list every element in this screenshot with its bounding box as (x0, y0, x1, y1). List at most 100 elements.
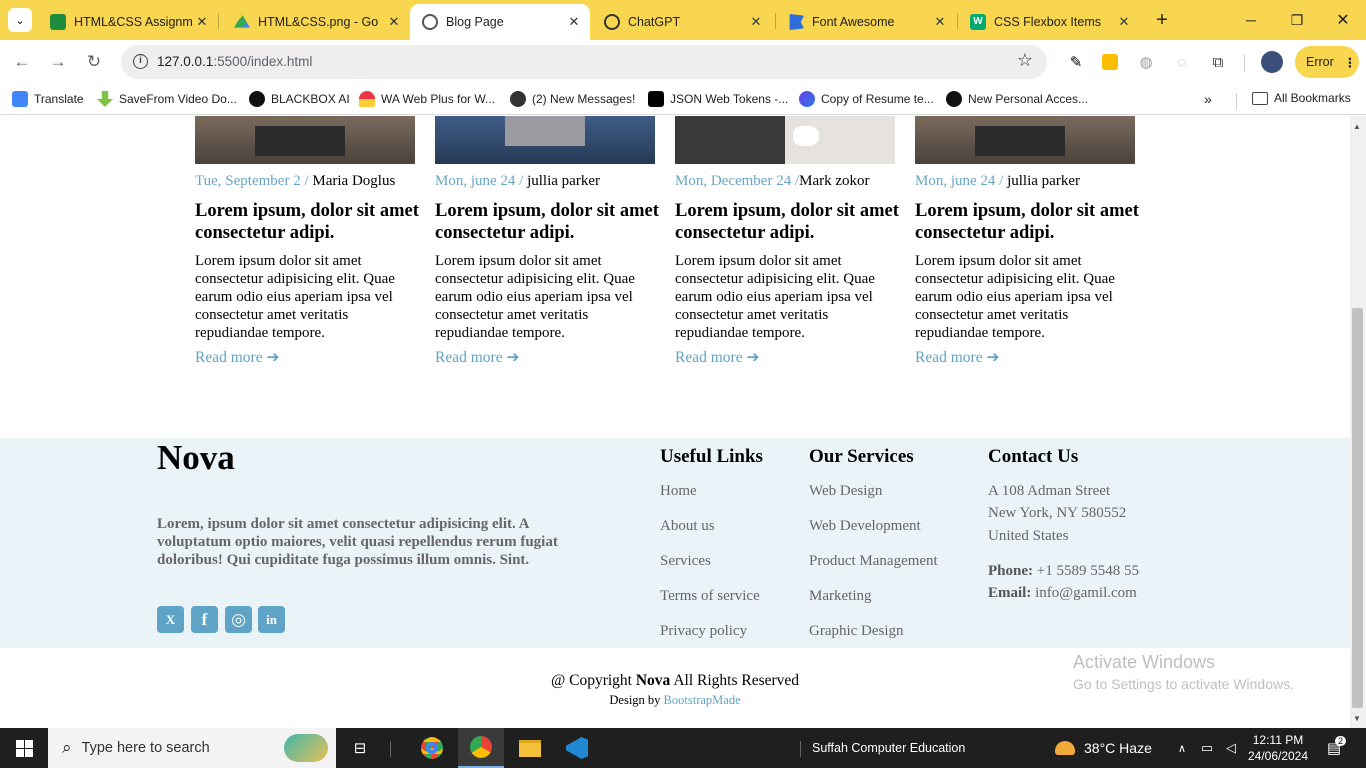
extension-bulb-icon[interactable] (1102, 54, 1118, 70)
chevron-up-icon[interactable]: ∧ (1174, 728, 1190, 768)
blog-card-title: Lorem ipsum, dolor sit amet consectetur … (675, 201, 899, 243)
minimize-icon[interactable]: ─ (1228, 0, 1274, 40)
tab-chatgpt[interactable]: ChatGPT ✕ (592, 4, 772, 40)
new-tab-plus-icon[interactable]: + (1150, 8, 1174, 32)
read-more-link[interactable]: Read more ➔ (675, 348, 905, 367)
all-bookmarks[interactable]: All Bookmarks (1252, 91, 1351, 105)
address-bar[interactable]: i 127.0.0.1:5500/index.html ☆ (121, 45, 1047, 79)
error-label: Error (1306, 55, 1334, 69)
blog-card-title: Lorem ipsum, dolor sit amet consectetur … (435, 201, 659, 243)
footer-service-web-development[interactable]: Web Development (809, 518, 921, 535)
tab-html-css-png[interactable]: HTML&CSS.png - Go ✕ (222, 4, 410, 40)
jwt-icon (648, 91, 664, 107)
our-services-heading: Our Services (809, 446, 914, 467)
font-awesome-flag-icon (789, 14, 804, 30)
blog-card-title: Lorem ipsum, dolor sit amet consectetur … (195, 201, 419, 243)
vscode-icon[interactable] (556, 728, 598, 768)
clock[interactable]: 12:11 PM 24/06/2024 (1246, 732, 1310, 764)
bookmark-resume[interactable]: Copy of Resume te... (799, 91, 934, 107)
bookmark-github-token[interactable]: New Personal Acces... (946, 91, 1088, 107)
tab-font-awesome[interactable]: Font Awesome ✕ (776, 4, 956, 40)
useful-links-heading: Useful Links (660, 446, 763, 467)
footer-link-services[interactable]: Services (660, 553, 711, 570)
footer-service-product-management[interactable]: Product Management (809, 553, 938, 570)
tab-css-flexbox-items[interactable]: W CSS Flexbox Items ✕ (958, 4, 1140, 40)
blog-card-date: Mon, june 24 (435, 173, 516, 189)
google-translate-icon (12, 91, 28, 107)
facebook-icon[interactable]: f (191, 606, 218, 633)
forward-arrow-icon[interactable]: → (44, 48, 72, 76)
file-explorer-icon[interactable] (510, 728, 550, 768)
blog-card-image (435, 116, 655, 164)
bookmark-new-messages[interactable]: (2) New Messages! (510, 91, 635, 107)
browser-toolbar: ← → ↻ i 127.0.0.1:5500/index.html ☆ ✎ ◍ … (0, 40, 1366, 85)
reload-icon[interactable]: ↻ (80, 48, 108, 76)
scroll-up-arrow-icon[interactable]: ▲ (1353, 122, 1361, 131)
network-icon[interactable]: ▭ (1198, 728, 1216, 768)
bookmark-wa-web-plus[interactable]: WA Web Plus for W... (359, 91, 495, 107)
extension-globe-icon[interactable]: ◍ (1136, 52, 1156, 72)
more-bookmarks-chevron-icon[interactable]: » (1204, 91, 1212, 107)
scrollbar-thumb[interactable] (1352, 308, 1363, 708)
close-window-icon[interactable]: ✕ (1320, 0, 1366, 40)
bookmark-blackbox-ai[interactable]: BLACKBOX AI (249, 91, 350, 107)
bookmark-json-web-tokens[interactable]: JSON Web Tokens -... (648, 91, 788, 107)
x-twitter-icon[interactable]: X (157, 606, 184, 633)
footer-link-home[interactable]: Home (660, 483, 697, 500)
bootstrapmade-link[interactable]: BootstrapMade (664, 693, 741, 707)
chrome-taskbar-icon[interactable] (412, 728, 452, 768)
footer-link-about[interactable]: About us (660, 518, 715, 535)
profile-avatar[interactable] (1261, 51, 1283, 73)
footer-link-privacy[interactable]: Privacy policy (660, 623, 747, 640)
task-view-icon[interactable]: ⊟ (348, 728, 372, 768)
footer-service-marketing[interactable]: Marketing (809, 588, 871, 605)
url-host: 127.0.0.1 (157, 54, 214, 69)
scroll-down-arrow-icon[interactable]: ▼ (1353, 714, 1361, 723)
read-more-link[interactable]: Read more ➔ (435, 348, 665, 367)
weather-text[interactable]: 38°C Haze (1084, 728, 1152, 768)
tab-search-dropdown-icon[interactable]: ⌄ (8, 8, 32, 32)
toolbar-divider (1244, 54, 1245, 72)
windows-start-icon[interactable] (0, 728, 48, 768)
bookmark-translate[interactable]: Translate (12, 91, 84, 107)
close-icon[interactable]: ✕ (1114, 14, 1134, 30)
read-more-link[interactable]: Read more ➔ (195, 348, 425, 367)
bookmark-star-icon[interactable]: ☆ (1017, 50, 1033, 71)
search-highlight-icon (284, 734, 328, 762)
site-info-icon[interactable]: i (133, 54, 148, 69)
footer-service-graphic-design[interactable]: Graphic Design (809, 623, 904, 640)
close-icon[interactable]: ✕ (192, 14, 212, 30)
bookmark-savefrom[interactable]: SaveFrom Video Do... (97, 91, 237, 107)
download-arrow-icon (97, 91, 113, 107)
read-more-link[interactable]: Read more ➔ (915, 348, 1145, 367)
chrome-error-button[interactable]: Error ⋮ (1295, 46, 1359, 78)
back-arrow-icon[interactable]: ← (8, 48, 36, 76)
page-scrollbar[interactable]: ▲ ▼ (1350, 116, 1366, 728)
extension-pen-icon[interactable]: ✎ (1066, 52, 1086, 72)
blog-card-excerpt: Lorem ipsum dolor sit amet consectetur a… (195, 253, 395, 341)
taskbar-toolbar-label[interactable]: Suffah Computer Education (812, 728, 965, 768)
close-icon[interactable]: ✕ (930, 14, 950, 30)
extensions-puzzle-icon[interactable]: ⧉ (1208, 52, 1228, 72)
tab-blog-page[interactable]: Blog Page ✕ (410, 4, 590, 40)
blog-card-author: Maria Doglus (312, 173, 396, 189)
tab-html-css-assignment[interactable]: HTML&CSS Assignme ✕ (38, 4, 218, 40)
restore-icon[interactable]: ❐ (1274, 0, 1320, 40)
close-icon[interactable]: ✕ (746, 14, 766, 30)
close-icon[interactable]: ✕ (564, 14, 584, 30)
footer-link-terms[interactable]: Terms of service (660, 588, 760, 605)
linkedin-icon[interactable]: in (258, 606, 285, 633)
site-footer: Nova Lorem, ipsum dolor sit amet consect… (0, 438, 1350, 648)
blog-card-author: jullia parker (1007, 173, 1080, 189)
volume-icon[interactable]: ◁ (1222, 728, 1240, 768)
contact-phone: Phone: +1 5589 5548 55 (988, 563, 1139, 579)
close-icon[interactable]: ✕ (384, 14, 404, 30)
weather-sun-icon[interactable] (1052, 728, 1078, 768)
taskbar-search-box[interactable]: ⌕ Type here to search (48, 728, 336, 768)
footer-service-web-design[interactable]: Web Design (809, 483, 882, 500)
notification-icon[interactable]: ▤ 2 (1322, 728, 1346, 768)
instagram-icon[interactable]: ◎ (225, 606, 252, 633)
extension-circle-icon[interactable]: ◌ (1172, 52, 1192, 72)
chrome-profile-taskbar-icon[interactable] (458, 728, 504, 768)
kebab-menu-icon: ⋮ (1343, 55, 1357, 70)
